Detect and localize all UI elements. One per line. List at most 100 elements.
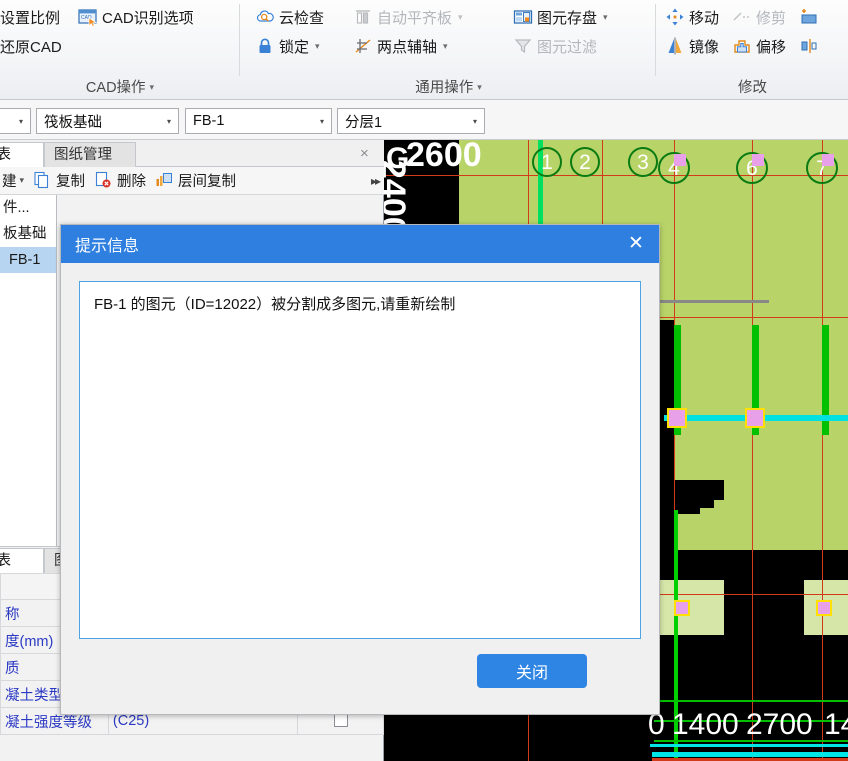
- ribbon-item-element-save[interactable]: 图元存盘 ▾: [513, 4, 608, 30]
- chevron-down-icon: ▾: [149, 82, 155, 92]
- ribbon-group-modify-title[interactable]: 修改: [657, 76, 848, 97]
- ribbon-item-two-point-axis[interactable]: 两点辅轴 ▾: [353, 33, 448, 59]
- slab-region-5: [700, 508, 760, 536]
- element-v-5: [674, 510, 678, 760]
- tree-item-raft-foundation[interactable]: 板基础: [0, 221, 56, 247]
- component-type-value: 筏板基础: [44, 114, 102, 131]
- dialog-footer: 关闭: [61, 644, 659, 714]
- panel-new-label: 建: [2, 174, 17, 190]
- node-marker: [752, 154, 764, 166]
- element-filter-icon: [513, 36, 533, 56]
- mirror-label: 镜像: [689, 38, 720, 56]
- toolbar-overflow-icon[interactable]: ▸▸: [371, 174, 381, 188]
- slab-region-7: [659, 580, 724, 635]
- panel-copy-button[interactable]: 复制: [33, 170, 85, 191]
- ribbon-item-extra-2[interactable]: [799, 33, 819, 59]
- panel-tab-drawings[interactable]: 图纸管理: [44, 142, 136, 167]
- lock-label: 锁定: [279, 38, 310, 56]
- component-tree[interactable]: 件... 板基础 FB-1: [0, 195, 57, 546]
- cad-options-label: CAD识别选项: [102, 9, 194, 27]
- close-icon[interactable]: ×: [360, 145, 369, 162]
- trim-label: 修剪: [756, 9, 787, 27]
- panel-layer-copy-button[interactable]: 层间复制: [155, 170, 236, 191]
- dim-label-mid-14: 14: [824, 708, 848, 741]
- layer-value: 分层1: [345, 114, 383, 131]
- ribbon-item-set-scale[interactable]: 设置比例: [0, 4, 60, 30]
- ribbon-group-general-title[interactable]: 通用操作 ▾: [241, 76, 656, 97]
- dialog-message-text: FB-1 的图元（ID=12022）被分割成多图元,请重新绘制: [94, 296, 456, 313]
- ribbon-item-mirror[interactable]: 镜像: [665, 33, 719, 59]
- group-general-label: 通用操作: [415, 80, 474, 96]
- component-name-value: FB-1: [193, 113, 225, 129]
- ribbon-item-cloud-check[interactable]: 云检查: [255, 4, 324, 30]
- add-slab-icon: [799, 7, 819, 27]
- element-h-green: [654, 700, 848, 702]
- two-point-axis-icon: [353, 36, 373, 56]
- node-marker: [745, 408, 765, 428]
- node-marker: [674, 600, 690, 616]
- chevron-down-icon: ▾: [477, 82, 482, 92]
- checkbox[interactable]: [333, 713, 348, 727]
- ribbon-item-element-filter: 图元过滤: [513, 33, 597, 59]
- ribbon-item-move[interactable]: 移动: [665, 4, 719, 30]
- group-modify-label: 修改: [738, 80, 767, 96]
- tree-item-components[interactable]: 件...: [0, 195, 56, 221]
- ribbon-item-restore-cad[interactable]: 还原CAD: [0, 33, 62, 59]
- node-marker: [674, 154, 686, 166]
- component-name-select[interactable]: FB-1 ▾: [185, 108, 332, 134]
- cad-options-icon: CAD: [78, 7, 98, 27]
- chevron-down-icon: ▾: [319, 116, 324, 126]
- two-point-axis-label: 两点辅轴: [377, 38, 438, 56]
- property-tab-list-label: 列表: [0, 553, 11, 569]
- group-separator: [239, 4, 240, 76]
- layer-copy-icon: [155, 171, 175, 191]
- chevron-down-icon: ▾: [315, 40, 320, 51]
- element-filter-label: 图元过滤: [537, 38, 598, 56]
- chevron-down-icon: ▾: [603, 11, 608, 22]
- unnamed-select[interactable]: ▾: [0, 108, 31, 134]
- element-h-green: [654, 720, 848, 722]
- set-scale-label: 设置比例: [0, 9, 61, 27]
- ribbon-item-lock[interactable]: 锁定 ▾: [255, 33, 320, 59]
- chevron-down-icon: ▾: [472, 116, 477, 126]
- dialog-title-bar: 提示信息 ✕: [61, 225, 659, 263]
- axis-circle-1: 1: [532, 147, 562, 177]
- axis-circle-3: 3: [628, 147, 658, 177]
- component-type-select[interactable]: 筏板基础 ▾: [36, 108, 179, 134]
- move-icon: [665, 7, 685, 27]
- grid-line-h: [384, 175, 848, 176]
- panel-delete-button[interactable]: 删除: [94, 170, 146, 191]
- axis-circle-2: 2: [570, 147, 600, 177]
- close-icon[interactable]: ✕: [625, 234, 647, 254]
- dialog-message-box: FB-1 的图元（ID=12022）被分割成多图元,请重新绘制: [79, 281, 641, 639]
- property-tab-list[interactable]: 列表: [0, 548, 44, 573]
- panel-toolbar: 建 ▾ 复制 删除 层间复制 ▸▸: [0, 167, 384, 195]
- ribbon-item-extra-1[interactable]: [799, 4, 819, 30]
- prompt-dialog: 提示信息 ✕ FB-1 的图元（ID=12022）被分割成多图元,请重新绘制 关…: [60, 224, 660, 715]
- chevron-down-icon: ▾: [18, 116, 23, 126]
- slab-region-6: [808, 508, 848, 536]
- ribbon-item-offset[interactable]: 偏移: [732, 33, 786, 59]
- ribbon-group-cad-title[interactable]: CAD操作 ▾: [0, 76, 240, 97]
- layer-select[interactable]: 分层1 ▾: [337, 108, 485, 134]
- ribbon-item-cad-options[interactable]: CAD CAD识别选项: [78, 4, 194, 30]
- panel-new-button[interactable]: 建 ▾: [2, 170, 24, 191]
- chevron-down-icon: ▾: [19, 175, 25, 185]
- ribbon-group-general: 云检查 自动平齐板 ▾ 图元存盘 ▾ 锁定 ▾ 两点辅轴 ▾ 图元过滤 通用操作…: [241, 0, 656, 100]
- mirror-icon: [665, 36, 685, 56]
- element-save-icon: [513, 7, 533, 27]
- offset-icon: [732, 36, 752, 56]
- panel-layer-copy-label: 层间复制: [178, 174, 237, 190]
- node-marker: [816, 600, 832, 616]
- tree-item-fb1[interactable]: FB-1: [0, 247, 56, 273]
- dim-label-mid-1400: 1400: [672, 708, 739, 741]
- trim-icon: [732, 7, 752, 27]
- panel-tab-list-label: 列表: [0, 147, 11, 163]
- group-separator: [655, 4, 656, 76]
- close-button[interactable]: 关闭: [477, 654, 587, 688]
- mid-band: [652, 752, 848, 757]
- panel-tab-list[interactable]: 列表: [0, 142, 44, 167]
- node-marker: [822, 154, 834, 166]
- panel-tabs: 列表 图纸管理 ×: [0, 140, 384, 167]
- group-cad-label: CAD操作: [85, 80, 146, 96]
